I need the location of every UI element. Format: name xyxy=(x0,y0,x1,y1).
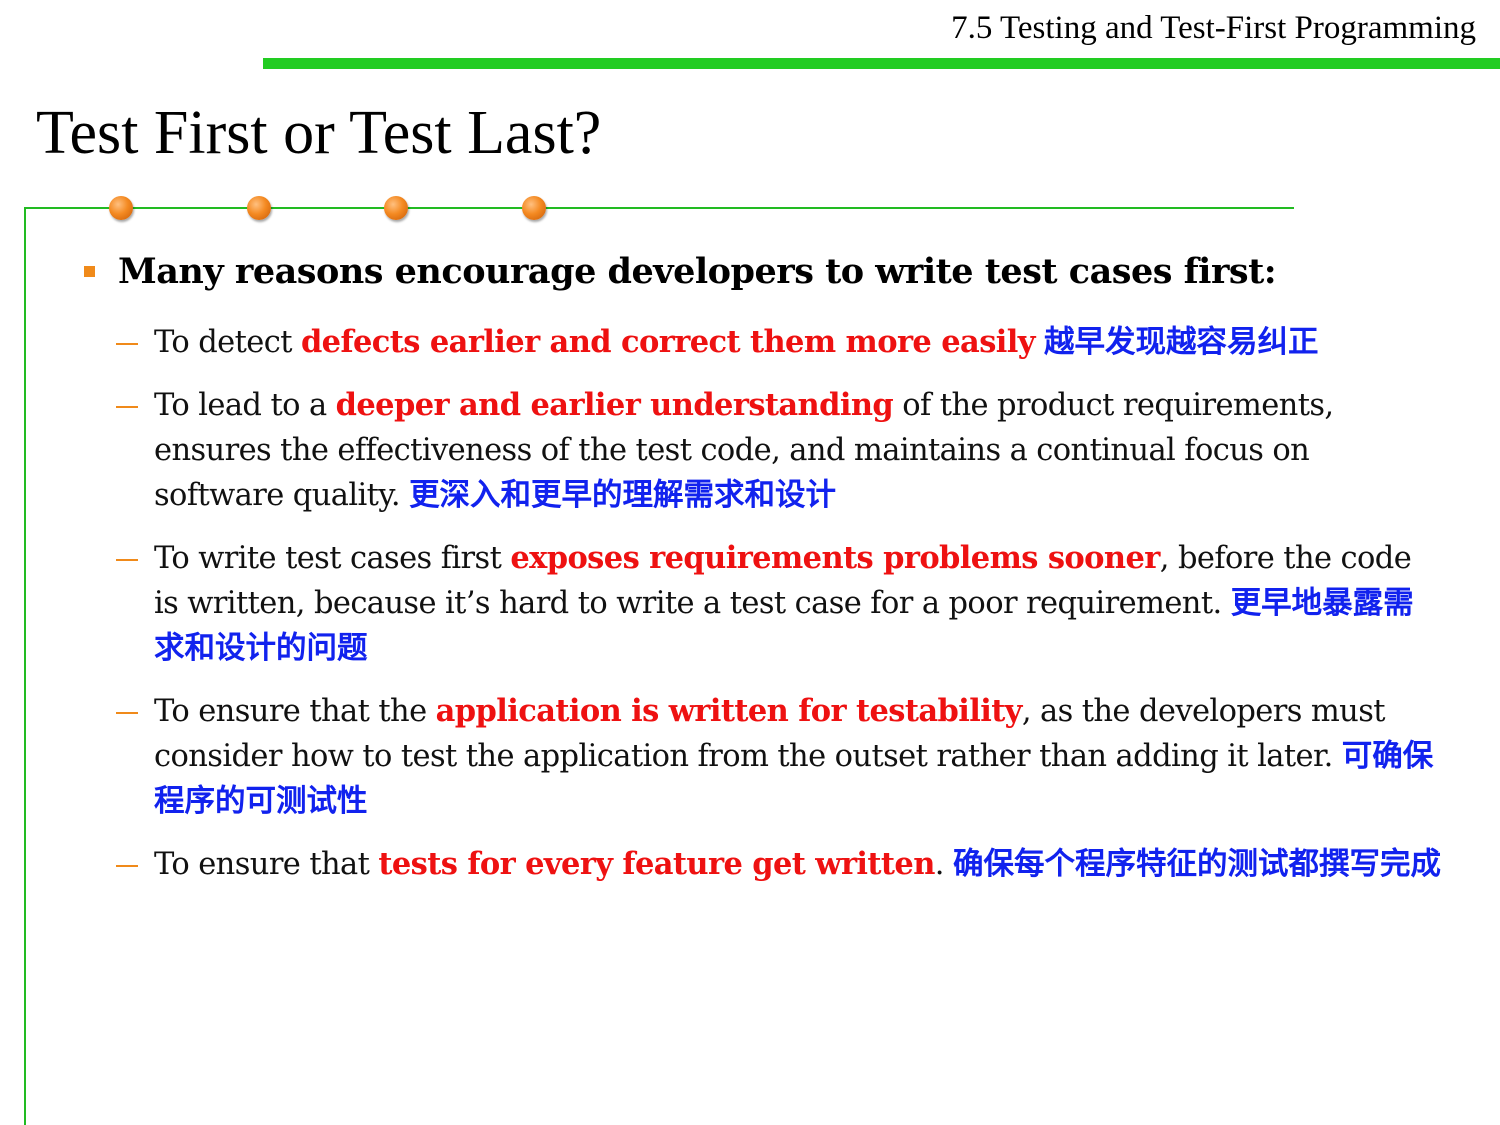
header-divider xyxy=(263,58,1500,69)
item-text: To lead to a xyxy=(154,388,336,423)
sub-item: To ensure that the application is writte… xyxy=(154,689,1444,824)
dash-bullet-icon xyxy=(116,712,138,714)
item-chinese-note: 越早发现越容易纠正 xyxy=(1044,325,1319,360)
decorative-dot xyxy=(247,196,271,220)
item-text: To ensure that the xyxy=(154,694,436,729)
sub-item: To lead to a deeper and earlier understa… xyxy=(154,383,1444,518)
item-highlight: application is written for testability xyxy=(435,693,1023,729)
slide-title: Test First or Test Last? xyxy=(36,99,602,167)
item-text: To write test cases first xyxy=(154,541,511,576)
item-chinese-note: 确保每个程序特征的测试都撰写完成 xyxy=(952,847,1441,882)
item-text: . xyxy=(934,847,953,882)
section-title: 7.5 Testing and Test-First Programming xyxy=(951,10,1476,46)
item-highlight: exposes requirements problems sooner xyxy=(510,540,1160,576)
item-text: To ensure that xyxy=(154,847,379,882)
dash-bullet-icon xyxy=(116,343,138,345)
dash-bullet-icon xyxy=(116,559,138,561)
decorative-dot xyxy=(109,196,133,220)
dash-bullet-icon xyxy=(116,865,138,867)
decorative-dot xyxy=(384,196,408,220)
decorative-dot xyxy=(522,196,546,220)
sub-item: To write test cases first exposes requir… xyxy=(154,536,1444,671)
sub-item: To ensure that tests for every feature g… xyxy=(154,842,1444,887)
main-bullet-text: Many reasons encourage developers to wri… xyxy=(118,251,1277,292)
item-text: To detect xyxy=(154,325,301,360)
bullet-square-icon xyxy=(84,266,95,277)
sub-item: To detect defects earlier and correct th… xyxy=(154,320,1444,365)
item-highlight: defects earlier and correct them more ea… xyxy=(300,324,1036,360)
item-highlight: deeper and earlier understanding xyxy=(335,387,894,423)
frame-left-line xyxy=(24,207,26,1125)
item-highlight: tests for every feature get written xyxy=(378,846,935,882)
dash-bullet-icon xyxy=(116,406,138,408)
item-text xyxy=(1035,325,1044,360)
item-chinese-note: 更深入和更早的理解需求和设计 xyxy=(409,478,837,513)
frame-top-line xyxy=(24,207,1294,209)
